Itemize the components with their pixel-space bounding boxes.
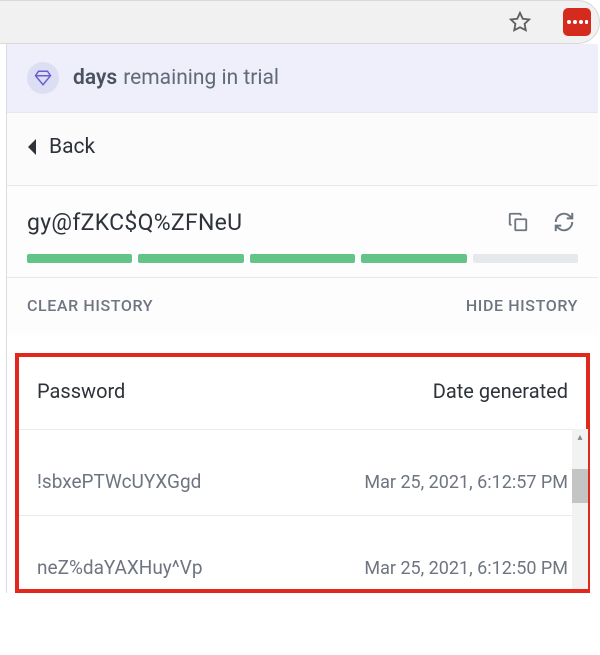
refresh-icon[interactable] [550,208,578,236]
history-row[interactable]: neZ%daYAXHuy^Vp Mar 25, 2021, 6:12:50 PM [19,516,586,589]
hide-history-button[interactable]: HIDE HISTORY [466,296,578,315]
strength-cell [138,254,243,263]
caret-left-icon [27,139,39,155]
diamond-icon [27,62,59,94]
password-strength-meter [27,254,578,263]
copy-icon[interactable] [504,208,532,236]
lastpass-extension-icon[interactable] [563,8,591,36]
history-row-date: Mar 25, 2021, 6:12:50 PM [364,558,568,579]
scroll-up-arrow-icon[interactable]: ▴ [572,429,588,445]
history-header-date: Date generated [433,379,568,403]
history-row[interactable]: !sbxePTWcUYXGgd Mar 25, 2021, 6:12:57 PM [19,430,586,516]
history-controls: CLEAR HISTORY HIDE HISTORY [7,278,598,335]
strength-cell [361,254,466,263]
history-row-password: neZ%daYAXHuy^Vp [37,556,203,579]
browser-address-bar [0,0,600,44]
back-label: Back [49,135,95,159]
scrollbar-thumb[interactable] [572,469,588,503]
generated-password-section: gy@fZKC$Q%ZFNeU [7,186,598,278]
extension-popup: days remaining in trial Back gy@fZKC$Q%Z… [6,44,598,593]
bookmark-star-icon[interactable] [509,11,531,33]
strength-cell [250,254,355,263]
strength-cell [473,254,578,263]
history-header-password: Password [37,379,125,403]
back-button[interactable]: Back [7,113,598,186]
history-row-password: !sbxePTWcUYXGgd [37,470,201,493]
password-history-box: Password Date generated !sbxePTWcUYXGgd … [15,353,590,593]
trial-remaining-label: remaining in trial [123,66,279,90]
scrollbar-track[interactable]: ▴ [572,429,588,589]
history-header-row: Password Date generated [19,357,586,430]
clear-history-button[interactable]: CLEAR HISTORY [27,296,153,315]
history-row-date: Mar 25, 2021, 6:12:57 PM [364,472,568,493]
trial-days-label: days [73,66,117,90]
generated-password-value: gy@fZKC$Q%ZFNeU [27,209,486,236]
strength-cell [27,254,132,263]
trial-banner[interactable]: days remaining in trial [7,44,598,113]
